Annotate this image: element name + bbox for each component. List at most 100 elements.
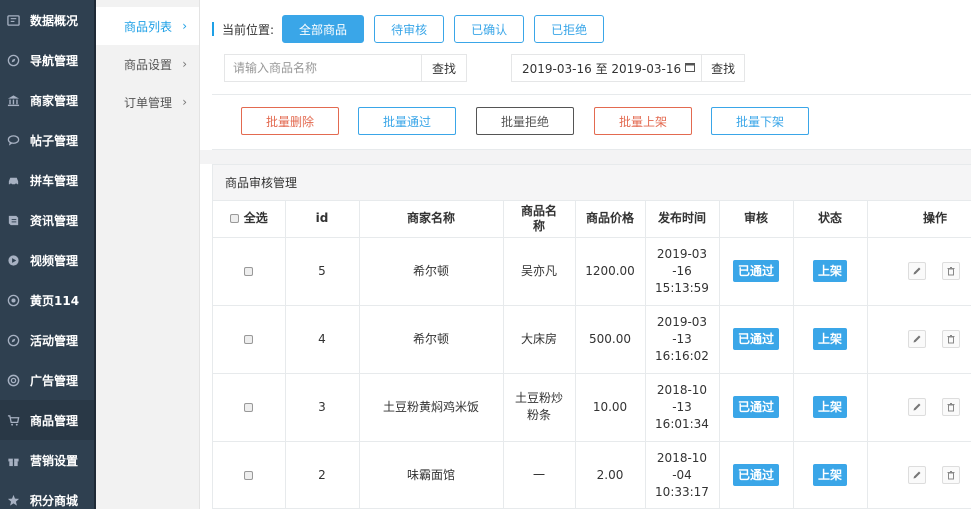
trash-icon[interactable]	[942, 465, 960, 484]
sidebar-item-merchants[interactable]: 商家管理	[0, 80, 96, 120]
status-badge[interactable]: 上架	[812, 464, 847, 486]
audit-badge[interactable]: 已通过	[732, 328, 779, 350]
sidebar-item-marketing[interactable]: 营销设置	[0, 440, 96, 480]
date-search-button[interactable]: 查找	[701, 55, 744, 81]
sidebar-item-posts[interactable]: 帖子管理	[0, 120, 96, 160]
sidebar-item-label: 积分商城	[30, 493, 79, 508]
row-select-cell	[213, 305, 286, 374]
edit-icon[interactable]	[908, 329, 927, 348]
edit-icon[interactable]	[908, 261, 927, 280]
merchant-header: 商家名称	[359, 201, 504, 238]
sidebar-item-carpool[interactable]: 拼车管理	[0, 160, 96, 200]
row-checkbox[interactable]	[244, 470, 254, 480]
breadcrumb-marker	[212, 22, 214, 36]
search-button[interactable]: 查找	[421, 55, 467, 81]
published-header: 发布时间	[645, 201, 720, 238]
subnav-item-label: 商品列表	[124, 19, 173, 34]
batch-offsale-button[interactable]: 批量下架	[711, 107, 809, 135]
sidebar-item-ads[interactable]: 广告管理	[0, 360, 96, 400]
trash-icon[interactable]	[942, 329, 960, 348]
sidebar-item-dashboard[interactable]: 数据概况	[0, 0, 96, 40]
sidebar-item-news[interactable]: 资讯管理	[0, 200, 96, 240]
search-row: 查找 2019-03-16 至 2019-03-16 查找	[224, 54, 746, 82]
chevron-right-icon: ›	[182, 19, 187, 33]
compass-icon	[6, 333, 20, 347]
audit-badge[interactable]: 已通过	[732, 396, 779, 418]
section-gap	[200, 150, 971, 164]
row-checkbox[interactable]	[244, 402, 254, 412]
cell-price: 2.00	[575, 441, 646, 508]
sidebar-item-label: 资讯管理	[30, 213, 79, 228]
tab-pending[interactable]: 待审核	[374, 15, 445, 43]
cell-price: 500.00	[575, 305, 646, 374]
circle-icon	[6, 293, 20, 307]
cell-merchant: 希尔顿	[359, 305, 504, 374]
price-header: 商品价格	[575, 201, 646, 238]
select-all-header[interactable]: 全选	[213, 201, 286, 238]
sidebar-item-label: 营销设置	[30, 453, 79, 468]
panel-title: 商品审核管理	[213, 165, 971, 201]
batch-delete-button[interactable]: 批量删除	[241, 107, 339, 135]
cell-id: 4	[285, 305, 360, 374]
sidebar-item-points-mall[interactable]: 积分商城	[0, 480, 96, 509]
cell-product: 土豆粉炒粉条	[503, 373, 576, 442]
published-date: 2018-10-04	[656, 450, 708, 482]
published-date: 2018-10-13	[656, 382, 708, 414]
cell-price: 1200.00	[575, 237, 646, 306]
sidebar-item-label: 商品管理	[30, 413, 79, 428]
published-time: 10:33:17	[655, 484, 709, 499]
chevron-right-icon: ›	[182, 95, 187, 109]
sidebar-item-activities[interactable]: 活动管理	[0, 320, 96, 360]
tab-rejected[interactable]: 已拒绝	[534, 15, 605, 43]
date-range-group: 2019-03-16 至 2019-03-16 查找	[511, 54, 746, 82]
published-date: 2019-03-16	[656, 246, 708, 278]
cell-audit: 已通过	[719, 305, 794, 374]
play-circle-icon	[6, 253, 20, 267]
cell-status: 上架	[793, 237, 868, 306]
trash-icon[interactable]	[942, 397, 960, 416]
date-range-input[interactable]: 2019-03-16 至 2019-03-16	[512, 55, 701, 81]
subnav-item-label: 订单管理	[124, 95, 173, 110]
sidebar-item-label: 黄页114	[30, 293, 80, 308]
subnav-item-orders[interactable]: 订单管理 ›	[96, 83, 199, 121]
sidebar-item-products[interactable]: 商品管理	[0, 400, 96, 440]
sidebar-item-label: 广告管理	[30, 373, 79, 388]
search-input[interactable]	[225, 55, 421, 81]
trash-icon[interactable]	[942, 261, 960, 280]
ops-header: 操作	[867, 201, 971, 238]
batch-actions: 批量删除 批量通过 批量拒绝 批量上架 批量下架	[212, 94, 971, 150]
status-header: 状态	[793, 201, 868, 238]
cell-product: 一	[503, 441, 576, 508]
row-checkbox[interactable]	[244, 266, 254, 276]
status-badge[interactable]: 上架	[812, 260, 847, 282]
tab-all-products[interactable]: 全部商品	[282, 15, 365, 43]
car-icon	[6, 173, 20, 187]
audit-badge[interactable]: 已通过	[732, 464, 779, 486]
sidebar-item-yellowpages[interactable]: 黄页114	[0, 280, 96, 320]
edit-icon[interactable]	[908, 465, 927, 484]
sidebar-item-videos[interactable]: 视频管理	[0, 240, 96, 280]
select-all-checkbox[interactable]	[229, 214, 239, 224]
status-badge[interactable]: 上架	[812, 396, 847, 418]
cell-status: 上架	[793, 305, 868, 374]
cell-id: 2	[285, 441, 360, 508]
row-checkbox[interactable]	[244, 334, 254, 344]
row-select-cell	[213, 237, 286, 306]
batch-reject-button[interactable]: 批量拒绝	[476, 107, 574, 135]
status-badge[interactable]: 上架	[812, 328, 847, 350]
subnav-item-product-settings[interactable]: 商品设置 ›	[96, 45, 199, 83]
cell-ops	[867, 237, 971, 306]
select-all-label: 全选	[243, 211, 268, 226]
batch-approve-button[interactable]: 批量通过	[358, 107, 456, 135]
published-time: 15:13:59	[655, 280, 709, 295]
sidebar-item-navigation[interactable]: 导航管理	[0, 40, 96, 80]
cell-status: 上架	[793, 373, 868, 442]
tab-confirmed[interactable]: 已确认	[454, 15, 525, 43]
audit-badge[interactable]: 已通过	[732, 260, 779, 282]
subnav-item-product-list[interactable]: 商品列表 ›	[96, 7, 199, 45]
batch-onsale-button[interactable]: 批量上架	[594, 107, 692, 135]
sidebar-item-label: 视频管理	[30, 253, 79, 268]
edit-icon[interactable]	[908, 397, 927, 416]
cell-published: 2019-03-16 15:13:59	[645, 237, 720, 306]
cell-status: 上架	[793, 441, 868, 508]
